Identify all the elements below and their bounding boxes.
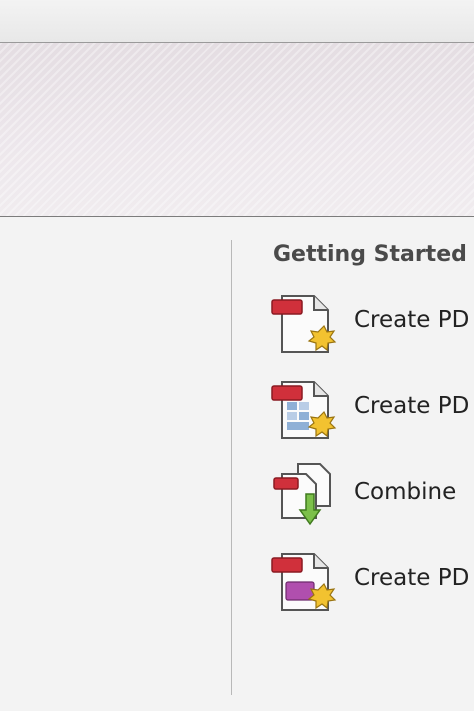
window-toolbar (0, 0, 474, 43)
welcome-banner: o (0, 43, 474, 236)
task-label: Create PD (354, 307, 470, 333)
create-pdf-form-icon (271, 381, 337, 439)
task-create-pdf[interactable]: Create PD (270, 290, 474, 356)
task-label: Create PD (354, 565, 470, 591)
task-create-pdf-portfolio[interactable]: Create PD (270, 548, 474, 614)
column-divider (231, 240, 232, 695)
create-pdf-icon (271, 295, 337, 353)
combine-files-icon (273, 463, 331, 526)
create-pdf-portfolio-icon (271, 553, 337, 611)
getting-started-heading: Getting Started (273, 242, 467, 267)
task-label: Combine (354, 479, 457, 505)
task-create-pdf-form[interactable]: Create PD (270, 376, 474, 442)
task-label: Create PD (354, 393, 470, 419)
task-combine-files[interactable]: Combine (270, 462, 474, 528)
